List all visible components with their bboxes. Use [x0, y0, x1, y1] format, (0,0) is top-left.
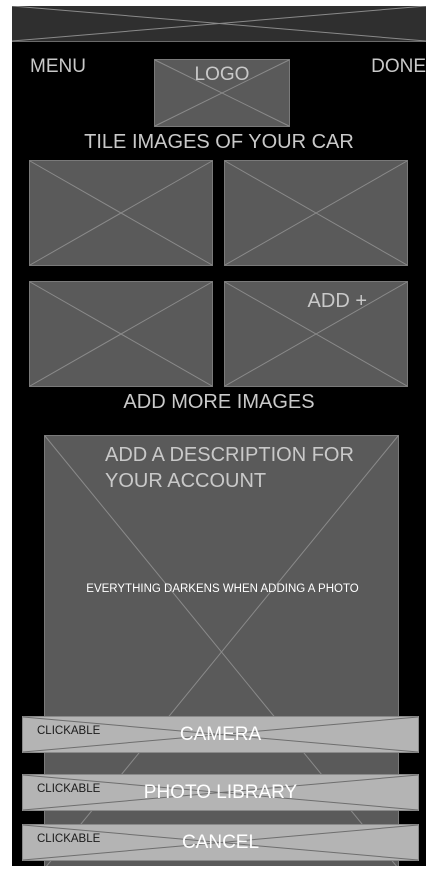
logo-placeholder: LOGO — [154, 59, 290, 127]
car-image-tile[interactable] — [29, 160, 213, 266]
cancel-button-label: CANCEL — [181, 832, 260, 853]
camera-button[interactable]: CLICKABLE CAMERA — [22, 716, 419, 753]
tile-images-heading: TILE IMAGES OF YOUR CAR — [84, 131, 354, 153]
description-prompt: ADD A DESCRIPTION FOR YOUR ACCOUNT — [105, 444, 354, 492]
add-image-label: ADD + — [307, 290, 367, 312]
photo-library-button[interactable]: CLICKABLE PHOTO LIBRARY — [22, 774, 419, 811]
cancel-button[interactable]: CLICKABLE CANCEL — [22, 824, 419, 861]
car-image-tile[interactable] — [224, 160, 408, 266]
camera-button-label: CAMERA — [179, 724, 262, 745]
add-more-images-link[interactable]: ADD MORE IMAGES — [12, 391, 426, 414]
menu-button[interactable]: MENU — [30, 56, 86, 78]
status-bar-placeholder — [12, 6, 426, 42]
phone-screen: MENU DONE LOGO TILE IMAGES OF YOUR CAR A… — [12, 6, 426, 866]
add-image-tile[interactable]: ADD + — [224, 281, 408, 387]
photo-library-button-label: PHOTO LIBRARY — [143, 782, 298, 803]
done-button[interactable]: DONE — [371, 56, 426, 78]
logo-label: LOGO — [194, 64, 250, 85]
car-image-tile[interactable] — [29, 281, 213, 387]
darken-overlay-note: EVERYTHING DARKENS WHEN ADDING A PHOTO — [86, 583, 359, 595]
